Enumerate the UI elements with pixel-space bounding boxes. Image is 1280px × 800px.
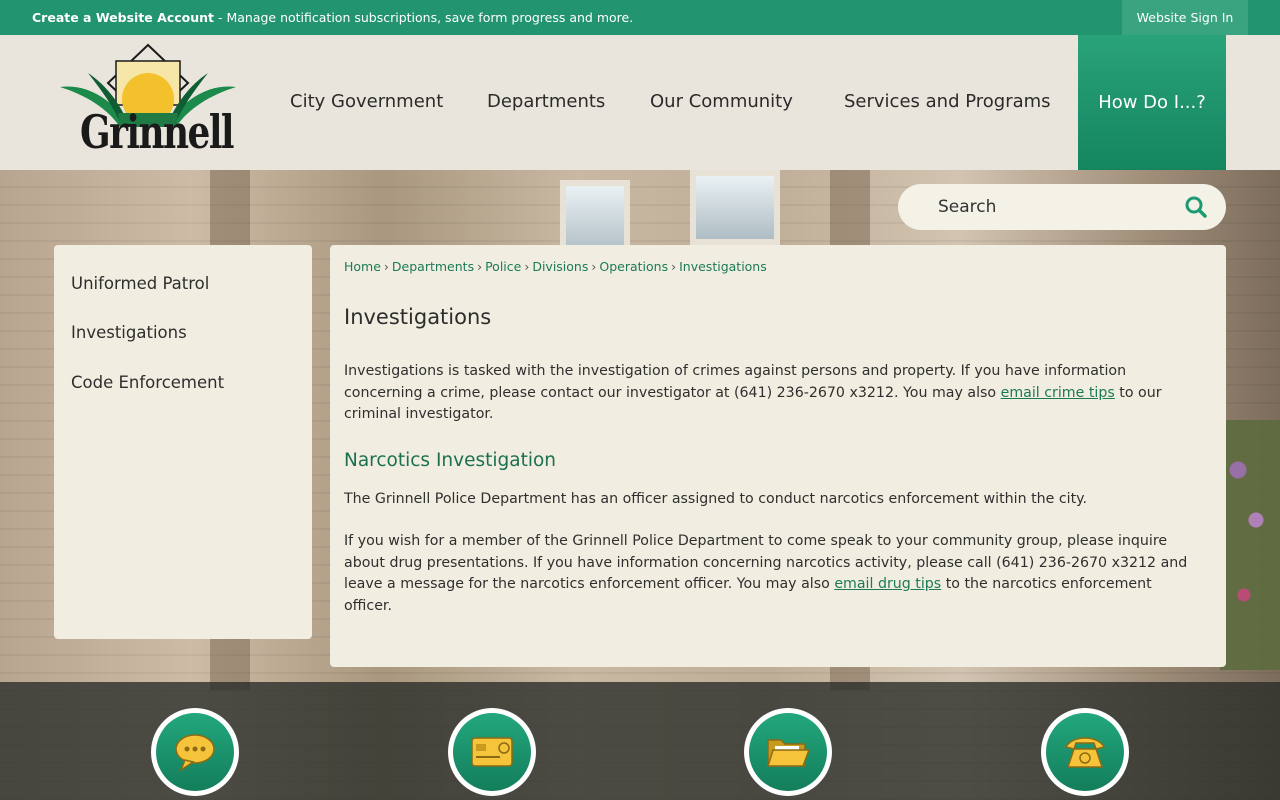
utility-bar: Create a Website Account - Manage notifi… xyxy=(0,0,1280,35)
intro-paragraph: Investigations is tasked with the invest… xyxy=(344,361,1194,426)
nav-our-community[interactable]: Our Community xyxy=(650,91,793,112)
flower-box xyxy=(1220,420,1280,670)
quick-link-contact-circle xyxy=(1046,713,1124,791)
logo-wordmark: Grinnell xyxy=(80,105,235,159)
search-input[interactable] xyxy=(938,197,1168,217)
account-description: - Manage notification subscriptions, sav… xyxy=(214,10,634,25)
quick-link-feedback[interactable] xyxy=(151,708,239,796)
quick-link-contact[interactable] xyxy=(1041,708,1129,796)
breadcrumb-departments[interactable]: Departments xyxy=(392,259,474,274)
breadcrumb: Home › Departments › Police › Divisions › Operat… xyxy=(344,259,767,274)
nav-city-government[interactable]: City Government xyxy=(290,91,443,112)
nav-how-do-i[interactable]: How Do I...? xyxy=(1078,35,1226,170)
breadcrumb-police[interactable]: Police xyxy=(485,259,521,274)
main-content: Home › Departments › Police › Divisions › Operat… xyxy=(330,245,1226,667)
search-box xyxy=(898,184,1226,230)
telephone-icon xyxy=(1064,737,1106,768)
quick-link-payments-circle xyxy=(453,713,531,791)
building-window xyxy=(690,170,780,245)
create-account-link[interactable]: Create a Website Account xyxy=(32,10,214,25)
presentations-paragraph: If you wish for a member of the Grinnell… xyxy=(344,531,1194,617)
payment-card-icon xyxy=(471,737,513,767)
search-icon[interactable] xyxy=(1184,195,1208,219)
sidenav-item-code-enforcement[interactable]: Code Enforcement xyxy=(71,373,224,392)
grinnell-logo[interactable]: Grinnell xyxy=(58,43,240,167)
breadcrumb-investigations[interactable]: Investigations xyxy=(679,259,767,274)
narcotics-paragraph: The Grinnell Police Department has an of… xyxy=(344,491,1088,507)
breadcrumb-separator: › xyxy=(671,259,677,274)
narcotics-heading: Narcotics Investigation xyxy=(344,450,557,471)
breadcrumb-home[interactable]: Home xyxy=(344,259,381,274)
quick-link-payments[interactable] xyxy=(448,708,536,796)
breadcrumb-separator: › xyxy=(524,259,530,274)
quick-link-feedback-circle xyxy=(156,713,234,791)
sidenav-item-uniformed-patrol[interactable]: Uniformed Patrol xyxy=(71,274,209,293)
side-navigation: Uniformed Patrol Investigations Code Enf… xyxy=(54,245,312,639)
nav-departments[interactable]: Departments xyxy=(487,91,605,112)
speech-bubble-icon xyxy=(175,734,215,772)
breadcrumb-separator: › xyxy=(591,259,597,274)
site-header: Grinnell City Government Departments Our… xyxy=(0,35,1280,170)
account-banner: Create a Website Account - Manage notifi… xyxy=(32,10,633,25)
page-title: Investigations xyxy=(344,305,492,329)
email-drug-tips-link[interactable]: email drug tips xyxy=(834,576,941,592)
email-crime-tips-link[interactable]: email crime tips xyxy=(1001,385,1115,401)
breadcrumb-separator: › xyxy=(477,259,483,274)
sidenav-item-investigations[interactable]: Investigations xyxy=(71,323,187,342)
nav-services-and-programs[interactable]: Services and Programs xyxy=(844,91,1051,112)
breadcrumb-divisions[interactable]: Divisions xyxy=(532,259,588,274)
folder-icon xyxy=(766,739,811,767)
breadcrumb-separator: › xyxy=(383,259,389,274)
breadcrumb-operations[interactable]: Operations xyxy=(599,259,668,274)
website-sign-in-button[interactable]: Website Sign In xyxy=(1122,0,1248,35)
quick-link-documents-circle xyxy=(749,713,827,791)
quick-link-documents[interactable] xyxy=(744,708,832,796)
